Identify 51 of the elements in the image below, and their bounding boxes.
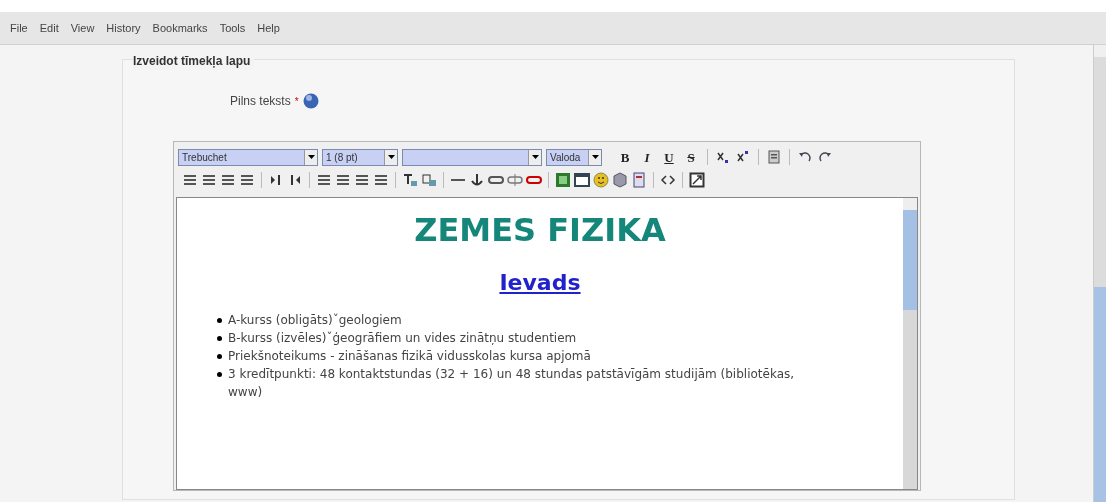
dropdown[interactable]: 1 (8 pt): [322, 148, 398, 166]
editor-scrollbar[interactable]: [903, 198, 917, 489]
anchor-icon[interactable]: [469, 172, 485, 188]
help-icon[interactable]: [302, 93, 319, 109]
menu-item[interactable]: Edit: [39, 19, 59, 37]
background-color-icon[interactable]: [421, 172, 437, 188]
align-left-icon[interactable]: [182, 172, 198, 188]
menu-item[interactable]: Bookmarks: [152, 19, 208, 37]
menu-item[interactable]: View: [70, 19, 95, 37]
dropdown-value: 1 (8 pt): [326, 150, 358, 165]
align-center-icon[interactable]: [201, 172, 217, 188]
dropdown[interactable]: [402, 148, 542, 166]
document-title: ZEMES FIZIKA: [413, 214, 667, 246]
list-item: A-kurss (obligāts)ˇgeologiem: [228, 312, 402, 329]
menu-item[interactable]: Help: [257, 19, 280, 37]
menu-item[interactable]: File: [10, 19, 28, 37]
align-right-icon[interactable]: [220, 172, 236, 188]
justify-icon[interactable]: [239, 172, 255, 188]
dropdown[interactable]: Valoda: [546, 148, 602, 166]
list-item: 3 kredītpunkti: 48 kontaktstundas (32 + 16) un 48 stundas patstāvīgām studijām (bibliotēkas, www): [228, 366, 796, 401]
text-color-icon[interactable]: [402, 172, 418, 188]
bold-button[interactable]: B: [616, 148, 634, 166]
bullet-icon: [217, 336, 222, 341]
dropdown[interactable]: Trebuchet: [178, 148, 318, 166]
table-icon[interactable]: [574, 172, 590, 188]
caret-icon: [588, 149, 601, 165]
image-icon[interactable]: [555, 172, 571, 188]
fullscreen-icon[interactable]: [689, 172, 705, 188]
strike-button[interactable]: S: [682, 148, 700, 166]
bullet-icon: [217, 372, 222, 377]
page-scrollbar[interactable]: [1093, 45, 1106, 502]
bullet-icon: [217, 318, 222, 323]
required-mark: *: [294, 94, 299, 109]
unlink-icon[interactable]: [507, 172, 523, 188]
smiley-icon[interactable]: [593, 172, 609, 188]
list-item: B-kurss (izvēles)ˇģeogrāfiem un vides zinātņu studentiem: [228, 330, 577, 347]
dropdown-value: Valoda: [550, 150, 581, 165]
menu-item[interactable]: Tools: [219, 19, 246, 37]
underline-button[interactable]: U: [660, 148, 678, 166]
document-icon[interactable]: [631, 172, 647, 188]
italic-button[interactable]: I: [638, 148, 656, 166]
field-label: Pilns teksts: [230, 93, 291, 110]
dropdown-value: Trebuchet: [182, 150, 227, 165]
clipboard-icon[interactable]: [766, 149, 782, 165]
menu-item[interactable]: History: [106, 19, 141, 37]
caret-icon: [384, 149, 397, 165]
heading-link[interactable]: Ievads: [499, 270, 581, 295]
caret-icon: [528, 149, 541, 165]
bullet-icon: [217, 354, 222, 359]
list-item: Priekšnoteikums - zināšanas fizikā vidusskolas kursa apjomā: [228, 348, 591, 365]
caret-icon: [304, 149, 317, 165]
